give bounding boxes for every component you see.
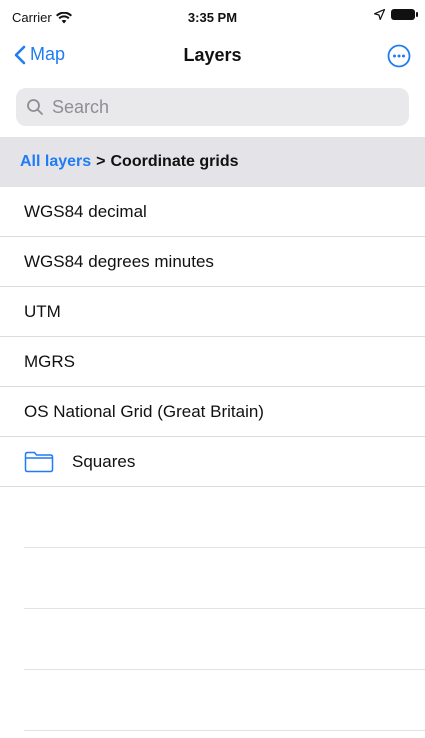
empty-row-separator [24, 548, 425, 609]
layer-label: MGRS [24, 351, 75, 371]
empty-row-separator [24, 487, 425, 548]
layer-label: OS National Grid (Great Britain) [24, 401, 264, 421]
layer-row-os-national-grid[interactable]: OS National Grid (Great Britain) [0, 387, 425, 437]
status-right [374, 9, 418, 20]
layer-row-utm[interactable]: UTM [0, 287, 425, 337]
layer-row-wgs84-decimal[interactable]: WGS84 decimal [0, 187, 425, 237]
search-input[interactable] [50, 95, 394, 119]
breadcrumb-all-layers-link[interactable]: All layers [20, 153, 91, 171]
layer-label: UTM [24, 301, 61, 321]
breadcrumb-current: Coordinate grids [110, 153, 239, 170]
layer-row-mgrs[interactable]: MGRS [0, 337, 425, 387]
layer-list: WGS84 decimal WGS84 degrees minutes UTM … [0, 187, 425, 731]
layer-row-wgs84-degrees-minutes[interactable]: WGS84 degrees minutes [0, 237, 425, 287]
folder-icon [24, 451, 54, 472]
location-arrow-icon [374, 9, 385, 20]
breadcrumb: All layers > Coordinate grids [0, 137, 425, 187]
layer-row-squares-folder[interactable]: Squares [0, 437, 425, 487]
more-options-icon[interactable] [387, 44, 411, 68]
page-title: Layers [183, 45, 242, 65]
layer-label: WGS84 decimal [24, 201, 147, 221]
layer-label: WGS84 degrees minutes [24, 251, 214, 271]
battery-icon [391, 9, 418, 20]
breadcrumb-separator: > [96, 153, 106, 170]
layer-label: Squares [72, 451, 136, 471]
search-bar[interactable] [16, 88, 409, 126]
status-bar: Carrier 3:35 PM [0, 0, 425, 36]
status-time: 3:35 PM [187, 10, 238, 25]
empty-row-separator [24, 609, 425, 670]
search-icon [27, 99, 43, 115]
empty-row-separator [24, 670, 425, 731]
navigation-bar: Map Layers [0, 36, 425, 80]
